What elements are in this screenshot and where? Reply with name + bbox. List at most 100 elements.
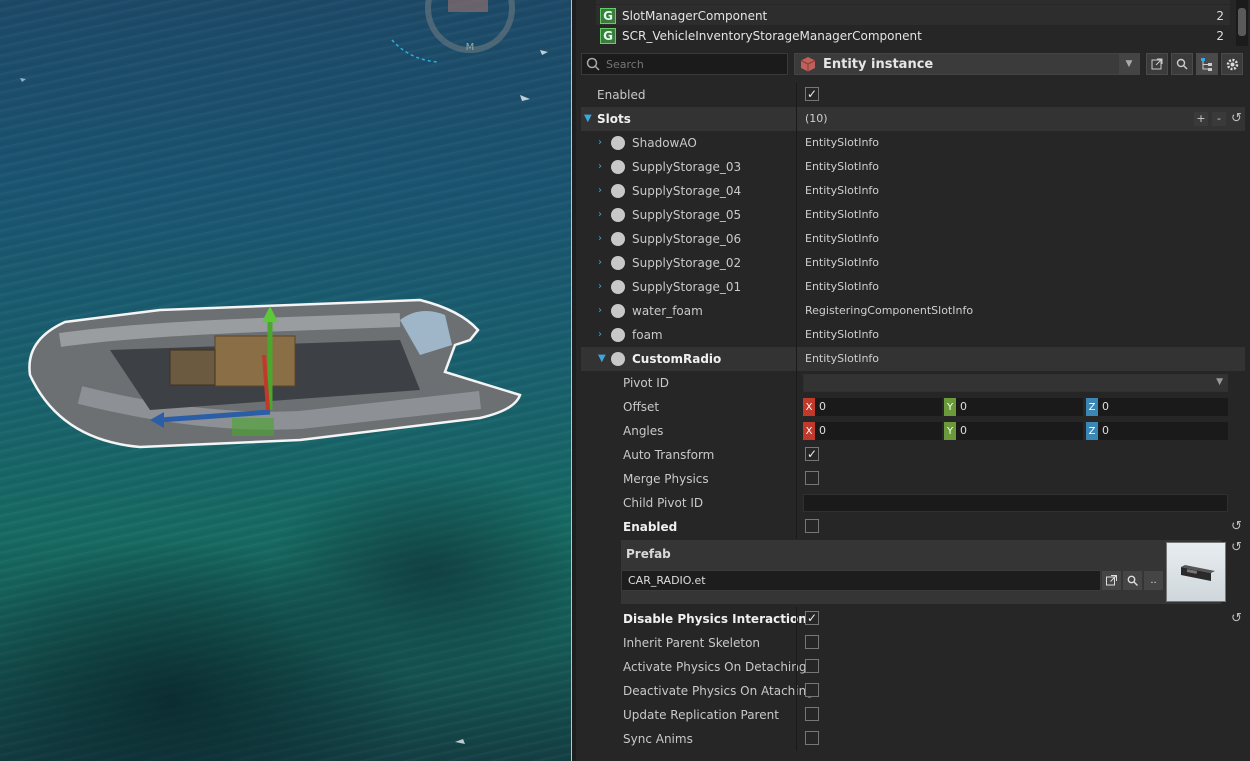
chevron-right-icon[interactable]: › (598, 203, 602, 227)
open-external-button[interactable] (1146, 53, 1168, 75)
slot-item[interactable]: › water_foam RegisteringComponentSlotInf… (581, 299, 1245, 323)
angles-z-value[interactable]: 0 (1098, 422, 1228, 440)
slot-item[interactable]: › SupplyStorage_05 EntitySlotInfo (581, 203, 1245, 227)
remove-slot-button[interactable]: - (1212, 112, 1226, 126)
column-divider (796, 515, 797, 539)
merge-physics-checkbox[interactable] (805, 471, 819, 485)
column-divider (796, 491, 797, 515)
slot-item[interactable]: › SupplyStorage_03 EntitySlotInfo (581, 155, 1245, 179)
slot-enabled-row: Enabled ↺ (581, 515, 1245, 539)
angles-x-field[interactable]: X0 (803, 422, 942, 440)
column-divider (796, 395, 797, 419)
find-button[interactable] (1171, 53, 1193, 75)
scene-viewport[interactable]: M (0, 0, 571, 761)
scrollbar-thumb[interactable] (1238, 8, 1246, 36)
slot-item[interactable]: › SupplyStorage_01 EntitySlotInfo (581, 275, 1245, 299)
merge-physics-row: Merge Physics (581, 467, 1245, 491)
inherit-skeleton-row: Inherit Parent Skeleton (581, 631, 1245, 655)
chevron-right-icon[interactable]: › (598, 131, 602, 155)
auto-transform-checkbox[interactable]: ✓ (805, 447, 819, 461)
chevron-right-icon[interactable]: › (598, 227, 602, 251)
child-pivot-label: Child Pivot ID (623, 496, 704, 510)
prefab-path-field[interactable]: CAR_RADIO.et (621, 570, 1101, 591)
slot-item[interactable]: › SupplyStorage_02 EntitySlotInfo (581, 251, 1245, 275)
offset-x-value[interactable]: 0 (815, 398, 942, 416)
reset-icon[interactable]: ↺ (1231, 607, 1242, 631)
component-name: SlotManagerComponent (622, 9, 768, 23)
viewport-border (571, 0, 572, 761)
slots-row[interactable]: ▼ Slots (10) + - ↺ (581, 107, 1245, 131)
slot-item[interactable]: › foam EntitySlotInfo (581, 323, 1245, 347)
component-type-icon: G (600, 28, 616, 44)
reset-icon[interactable]: ↺ (1231, 515, 1242, 539)
deactivate-physics-label: Deactivate Physics On Ataching (623, 684, 814, 698)
entity-type-label: Entity instance (823, 56, 934, 72)
browse-prefab-button[interactable]: .. (1144, 571, 1163, 590)
gear-icon (1226, 58, 1238, 70)
axis-z-tag: Z (1086, 398, 1098, 416)
entity-type-dropdown[interactable]: Entity instance ▼ (794, 53, 1140, 75)
add-slot-button[interactable]: + (1194, 112, 1208, 126)
chevron-right-icon[interactable]: › (598, 275, 602, 299)
component-row[interactable]: G SCR_VehicleInventoryStorageManagerComp… (596, 25, 1230, 47)
update-replication-checkbox[interactable] (805, 707, 819, 721)
slot-name: SupplyStorage_02 (632, 256, 742, 270)
car-radio-preview (1181, 565, 1215, 581)
reset-icon[interactable]: ↺ (1231, 540, 1242, 555)
slot-item[interactable]: › ShadowAO EntitySlotInfo (581, 131, 1245, 155)
sync-anims-checkbox[interactable] (805, 731, 819, 745)
search-box[interactable] (581, 53, 788, 75)
chevron-down-icon[interactable]: ▼ (598, 347, 606, 371)
offset-y-field[interactable]: Y0 (944, 398, 1083, 416)
column-divider (796, 371, 797, 395)
offset-y-value[interactable]: 0 (956, 398, 1083, 416)
column-divider (796, 179, 797, 203)
open-prefab-button[interactable] (1102, 571, 1121, 590)
angles-y-value[interactable]: 0 (956, 422, 1083, 440)
inherit-skeleton-checkbox[interactable] (805, 635, 819, 649)
hierarchy-button[interactable] (1196, 53, 1218, 75)
sync-anims-label: Sync Anims (623, 732, 693, 746)
offset-z-value[interactable]: 0 (1098, 398, 1228, 416)
slot-item-selected[interactable]: ▼ CustomRadio EntitySlotInfo (581, 347, 1245, 371)
angles-label: Angles (623, 424, 664, 438)
activate-physics-checkbox[interactable] (805, 659, 819, 673)
chevron-right-icon[interactable]: › (598, 179, 602, 203)
chevron-right-icon[interactable]: › (598, 251, 602, 275)
slot-enabled-label: Enabled (623, 520, 678, 534)
column-divider (796, 443, 797, 467)
component-list-scrollbar[interactable] (1236, 0, 1248, 46)
slot-dot-icon (611, 280, 625, 294)
offset-z-field[interactable]: Z0 (1086, 398, 1228, 416)
slot-enabled-checkbox[interactable] (805, 519, 819, 533)
settings-button[interactable] (1221, 53, 1243, 75)
chevron-right-icon[interactable]: › (598, 323, 602, 347)
offset-x-field[interactable]: X0 (803, 398, 942, 416)
enabled-checkbox[interactable]: ✓ (805, 87, 819, 101)
pivot-id-dropdown[interactable]: ▼ (803, 374, 1228, 392)
deactivate-physics-checkbox[interactable] (805, 683, 819, 697)
disable-physics-checkbox[interactable]: ✓ (805, 611, 819, 625)
slots-label: Slots (597, 112, 631, 126)
slot-type: EntitySlotInfo (805, 352, 880, 365)
slot-name: SupplyStorage_01 (632, 280, 742, 294)
prefab-thumbnail[interactable] (1166, 542, 1226, 602)
angles-x-value[interactable]: 0 (815, 422, 942, 440)
search-input[interactable] (604, 56, 778, 72)
chevron-down-icon[interactable]: ▼ (584, 107, 592, 131)
column-divider (796, 299, 797, 323)
compass-icon: M (391, 0, 515, 63)
slot-item[interactable]: › SupplyStorage_06 EntitySlotInfo (581, 227, 1245, 251)
column-divider (796, 131, 797, 155)
slot-item[interactable]: › SupplyStorage_04 EntitySlotInfo (581, 179, 1245, 203)
child-pivot-input[interactable] (803, 494, 1228, 512)
component-row[interactable]: G SlotManagerComponent 2 (596, 5, 1230, 27)
chevron-right-icon[interactable]: › (598, 155, 602, 179)
angles-y-field[interactable]: Y0 (944, 422, 1083, 440)
column-divider (796, 251, 797, 275)
find-prefab-button[interactable] (1123, 571, 1142, 590)
auto-transform-label: Auto Transform (623, 448, 715, 462)
reset-icon[interactable]: ↺ (1231, 107, 1242, 131)
angles-z-field[interactable]: Z0 (1086, 422, 1228, 440)
chevron-right-icon[interactable]: › (598, 299, 602, 323)
